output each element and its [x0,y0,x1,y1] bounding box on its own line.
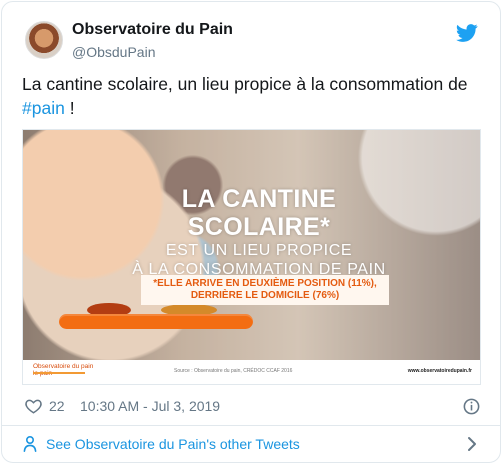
headline-line-2: EST UN LIEU PROPICE [165,242,353,259]
display-name[interactable]: Observatoire du Pain [72,20,233,40]
orange-tray [59,314,253,329]
bread-avatar-icon[interactable] [25,21,63,59]
observatoire-logo-text: Observatoire du pain le pain [33,363,93,377]
media-footer: Observatoire du pain le pain Source : Ob… [23,360,480,384]
twitter-bird-icon[interactable] [456,24,478,42]
chevron-right-icon[interactable] [465,436,479,452]
logo-bar [33,372,85,374]
tweet-media-image[interactable]: LA CANTINE SCOLAIRE* EST UN LIEU PROPICE… [22,129,481,385]
divider [2,425,500,426]
media-headline: LA CANTINE SCOLAIRE* EST UN LIEU PROPICE… [109,185,409,279]
statistic-note: *ELLE ARRIVE EN DEUXIÈME POSITION (11%),… [141,275,389,305]
tweet-header: Observatoire du Pain @ObsduPain [22,18,480,62]
statistic-line-2: DERRIÈRE LE DOMICILE (76%) [190,290,340,301]
statistic-line-1: *ELLE ARRIVE EN DEUXIÈME POSITION (11%), [153,278,377,289]
person-icon [23,436,37,452]
logo-line-1: Observatoire du pain [33,363,94,370]
tweet-text: La cantine scolaire, un lieu propice à l… [22,72,482,120]
handle[interactable]: @ObsduPain [72,42,233,62]
tweet-text-main: La cantine scolaire, un lieu propice à l… [22,74,468,94]
like-count[interactable]: 22 [49,392,65,420]
see-other-tweets-link[interactable]: See Observatoire du Pain's other Tweets [22,432,482,456]
tweet-card: Observatoire du Pain @ObsduPain La canti… [1,1,501,463]
heart-icon[interactable] [24,397,43,415]
info-icon[interactable] [462,397,481,416]
see-other-tweets-label[interactable]: See Observatoire du Pain's other Tweets [46,432,300,456]
source-text: Source : Observatoire du pain, CRÉDOC CC… [174,368,293,374]
hashtag-link[interactable]: #pain [22,98,65,118]
headline-line-1: LA CANTINE SCOLAIRE* [181,185,337,241]
website-text: www.observatoiredupain.fr [407,368,472,374]
tweet-text-end: ! [64,98,75,118]
tweet-timestamp[interactable]: 10:30 AM - Jul 3, 2019 [80,392,220,420]
tweet-meta: 22 10:30 AM - Jul 3, 2019 [24,392,484,420]
author-block[interactable]: Observatoire du Pain @ObsduPain [72,20,233,62]
